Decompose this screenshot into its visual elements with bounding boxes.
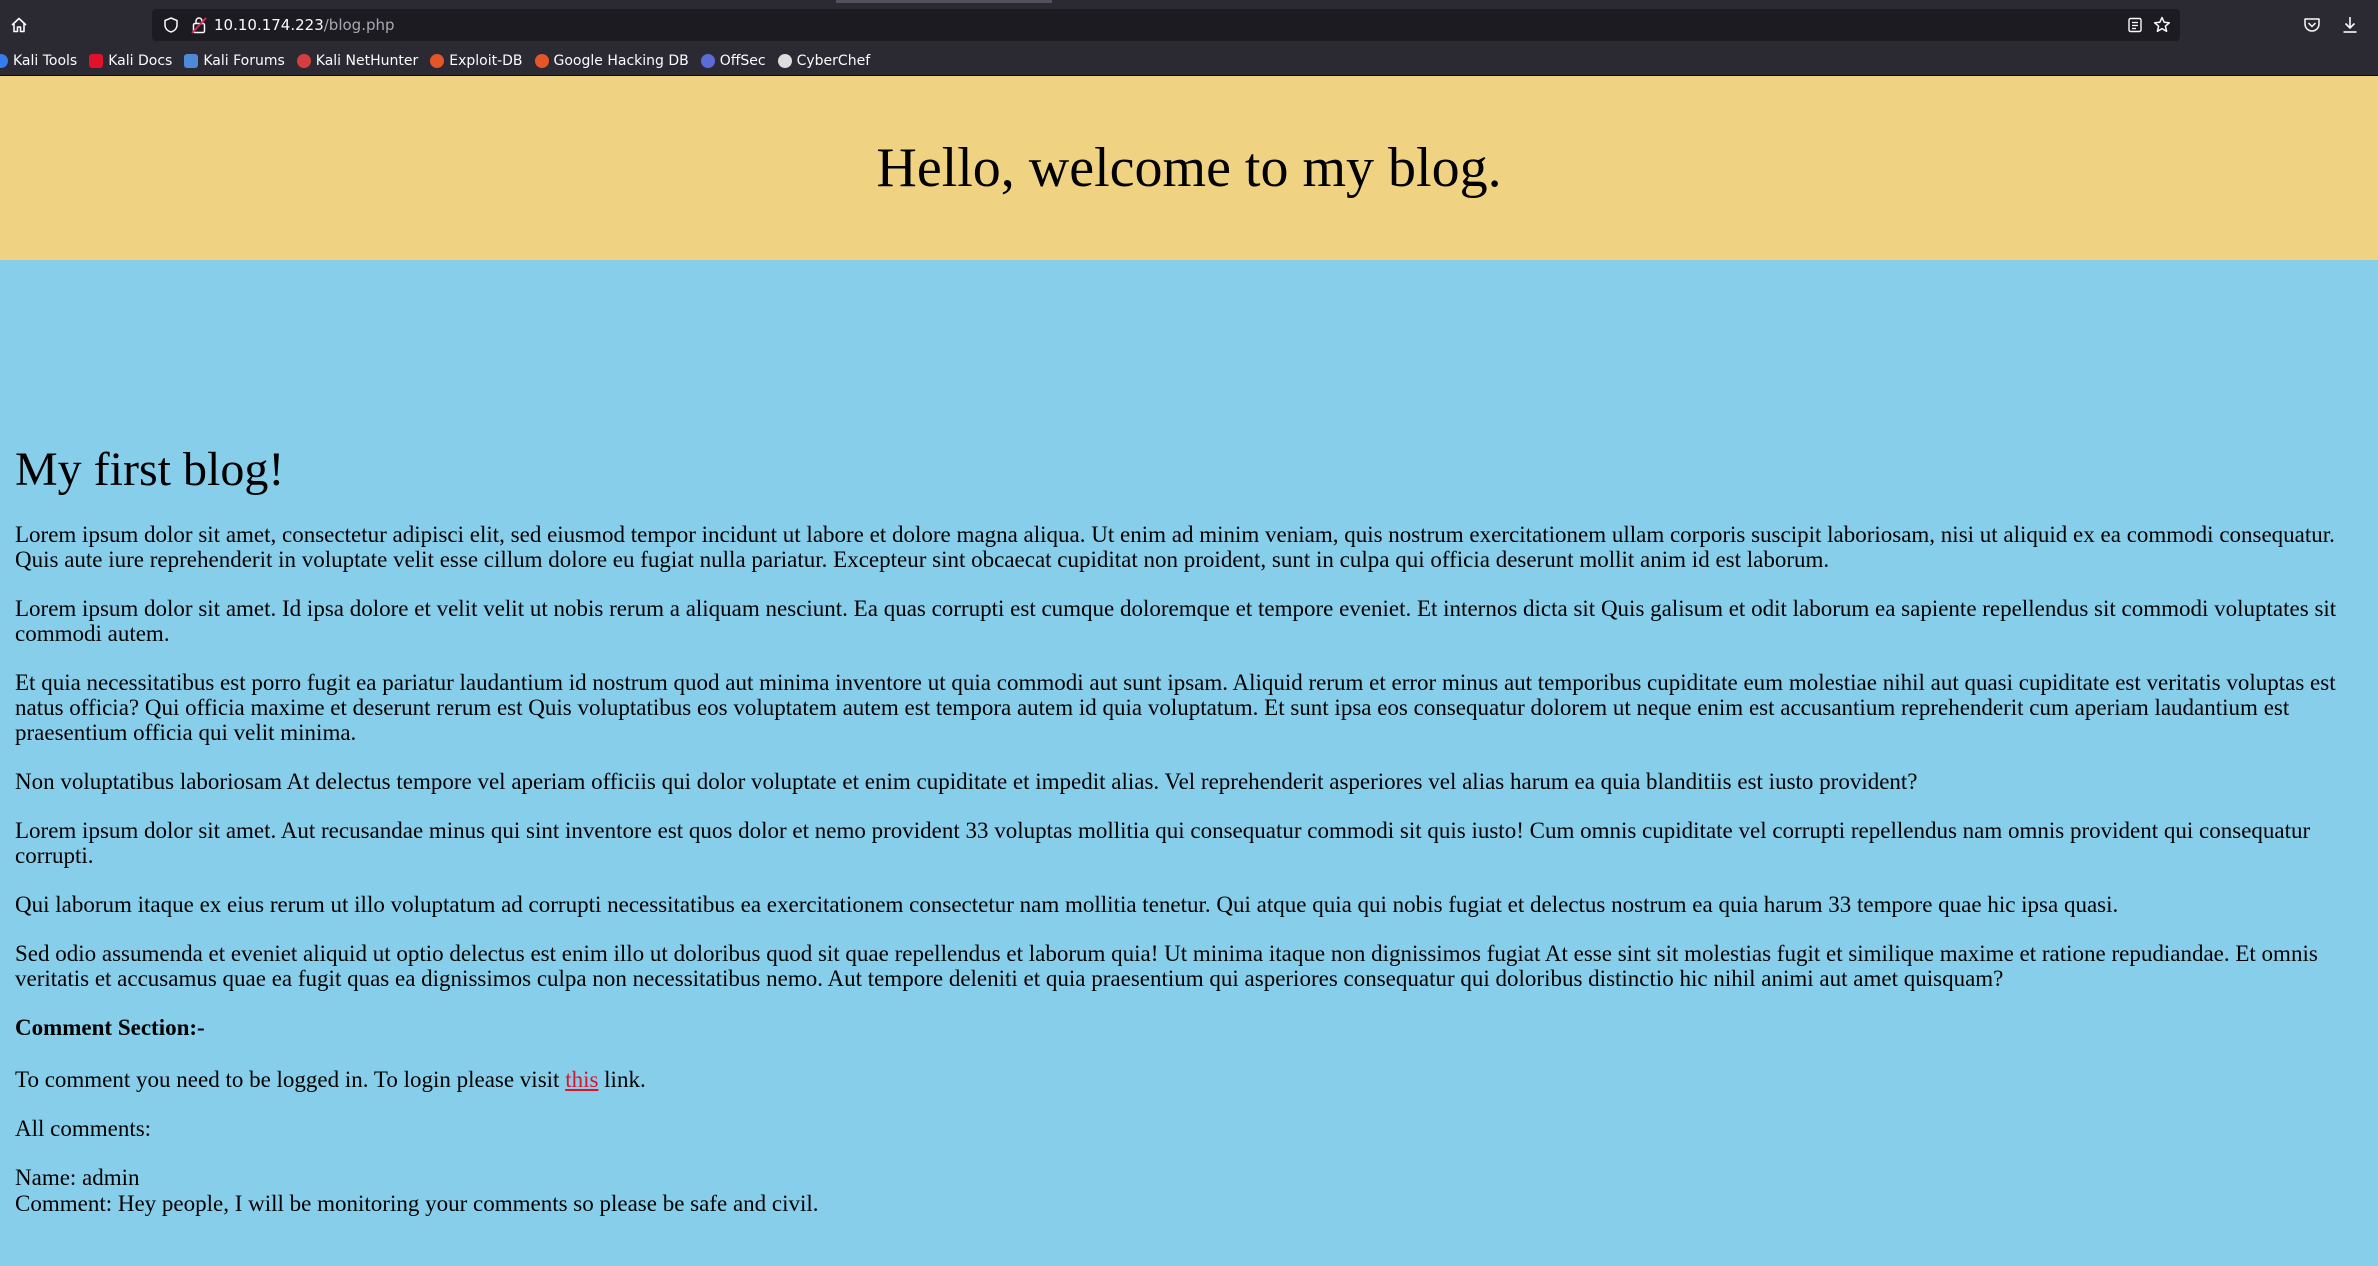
navigation-toolbar: 10.10.174.223/blog.php xyxy=(0,4,2378,46)
header-title: Hello, welcome to my blog. xyxy=(876,137,1502,199)
kali-nethunter-icon xyxy=(296,53,311,68)
bookmark-label: CyberChef xyxy=(796,52,871,69)
comment-text: Comment: Hey people, I will be monitorin… xyxy=(15,1191,819,1216)
offsec-icon xyxy=(700,53,715,68)
bookmark-label: Kali Docs xyxy=(108,52,173,69)
bookmark-google-hacking-db[interactable]: Google Hacking DB xyxy=(534,49,689,73)
comment-item: Name: admin Comment: Hey people, I will … xyxy=(15,1165,2365,1217)
tracking-protection-shield-icon[interactable] xyxy=(162,16,180,34)
bookmark-label: Kali NetHunter xyxy=(315,52,419,69)
bookmark-kali-forums[interactable]: Kali Forums xyxy=(184,49,285,73)
login-instruction: To comment you need to be logged in. To … xyxy=(15,1067,2365,1092)
blog-paragraph: Lorem ipsum dolor sit amet. Id ipsa dolo… xyxy=(15,596,2337,646)
bookmark-kali-tools[interactable]: Kali Tools xyxy=(0,49,77,73)
blog-paragraph: Non voluptatibus laboriosam At delectus … xyxy=(15,769,1918,794)
blog-paragraph: Lorem ipsum dolor sit amet. Aut recusand… xyxy=(15,818,2311,868)
page-viewport: Hello, welcome to my blog. My first blog… xyxy=(0,76,2378,1266)
kali-tools-icon xyxy=(0,53,8,68)
pocket-icon[interactable] xyxy=(2302,15,2322,35)
bookmark-label: Kali Forums xyxy=(203,52,285,69)
bookmarks-toolbar: Kali Tools Kali Docs Kali Forums Kali Ne… xyxy=(0,46,2378,76)
login-link[interactable]: this xyxy=(565,1067,598,1092)
kali-forums-icon xyxy=(184,53,199,68)
blog-paragraph: Qui laborum itaque ex eius rerum ut illo… xyxy=(15,892,2119,917)
blog-content: My first blog! Lorem ipsum dolor sit ame… xyxy=(15,442,2365,1217)
blog-header: Hello, welcome to my blog. xyxy=(0,76,2378,260)
url-host: 10.10.174.223 xyxy=(214,16,324,34)
bookmark-exploit-db[interactable]: Exploit-DB xyxy=(430,49,523,73)
url-bar[interactable]: 10.10.174.223/blog.php xyxy=(152,9,2180,41)
comment-author: Name: admin xyxy=(15,1165,140,1190)
url-path: /blog.php xyxy=(323,16,395,34)
reader-view-icon[interactable] xyxy=(2126,16,2144,34)
bookmark-star-icon[interactable] xyxy=(2152,15,2172,35)
bookmark-label: Exploit-DB xyxy=(449,52,523,69)
browser-chrome: 10.10.174.223/blog.php Kali Tools Kali D… xyxy=(0,0,2378,76)
active-tab-indicator[interactable] xyxy=(836,0,1052,3)
bookmark-label: OffSec xyxy=(719,52,766,69)
ghdb-icon xyxy=(534,53,549,68)
login-suffix: link. xyxy=(598,1067,646,1092)
bookmark-kali-nethunter[interactable]: Kali NetHunter xyxy=(296,49,419,73)
cyberchef-icon xyxy=(777,53,792,68)
home-icon[interactable] xyxy=(6,11,32,39)
bookmark-offsec[interactable]: OffSec xyxy=(700,49,766,73)
exploit-db-icon xyxy=(430,53,445,68)
kali-docs-icon xyxy=(89,53,104,68)
bookmark-label: Google Hacking DB xyxy=(553,52,689,69)
blog-paragraph: Sed odio assumenda et eveniet aliquid ut… xyxy=(15,941,2318,991)
blog-title: My first blog! xyxy=(15,443,285,496)
url-text[interactable]: 10.10.174.223/blog.php xyxy=(214,15,395,35)
all-comments-label: All comments: xyxy=(15,1116,152,1141)
blog-paragraph: Et quia necessitatibus est porro fugit e… xyxy=(15,670,2336,745)
bookmark-cyberchef[interactable]: CyberChef xyxy=(777,49,871,73)
bookmark-label: Kali Tools xyxy=(13,52,78,69)
bookmark-kali-docs[interactable]: Kali Docs xyxy=(89,49,172,73)
comment-section-title: Comment Section:- xyxy=(15,1015,205,1040)
blog-paragraph: Lorem ipsum dolor sit amet, consectetur … xyxy=(15,522,2335,572)
login-prefix: To comment you need to be logged in. To … xyxy=(15,1067,566,1092)
download-icon[interactable] xyxy=(2340,14,2360,36)
insecure-lock-icon[interactable] xyxy=(190,15,208,35)
